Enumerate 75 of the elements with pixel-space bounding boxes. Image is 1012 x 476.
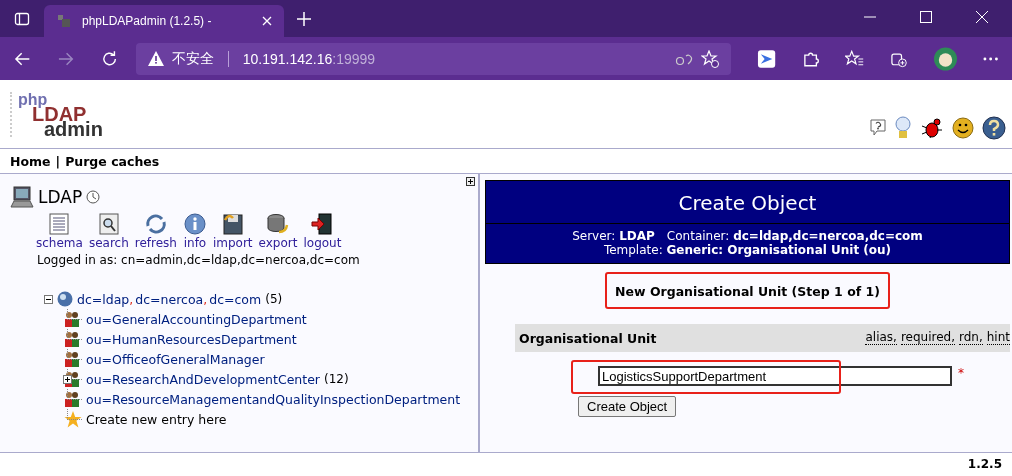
database-icon <box>266 212 290 236</box>
tab-title: phpLDAPadmin (1.2.5) - <box>82 14 213 28</box>
exit-door-icon <box>310 212 335 236</box>
lightbulb-icon[interactable] <box>894 116 912 140</box>
page-title: Create Object <box>486 181 1009 224</box>
page-favicon-icon <box>56 13 72 29</box>
help-icon[interactable] <box>982 116 1006 140</box>
input-field[interactable]: LogisticsSupportDepartment <box>598 366 952 386</box>
new-tab-icon[interactable] <box>296 11 312 27</box>
version-text: 1.2.5 <box>967 457 1002 471</box>
logged-in-text: Logged in as: cn=admin,dc=ldap,dc=nercoa,dc=com <box>36 253 361 267</box>
globe-icon <box>57 291 73 307</box>
attribute-hint[interactable]: alias, <box>865 331 897 345</box>
server-action[interactable]: export <box>258 212 298 250</box>
clock-icon <box>86 190 101 204</box>
tab-actions-icon[interactable] <box>14 11 30 27</box>
extension-icon[interactable] <box>756 48 777 69</box>
tree-entry-link[interactable]: ou=HumanResourcesDepartment <box>84 331 297 347</box>
address-field[interactable]: 不安全 10.191.142.16:19999 <box>135 42 731 75</box>
people-icon <box>64 311 80 327</box>
create-object-button[interactable]: Create Object <box>578 396 677 417</box>
document-icon <box>47 212 72 236</box>
server-action[interactable]: logout <box>303 212 342 250</box>
purge-caches-link[interactable]: Purge caches <box>65 153 160 169</box>
reload-icon[interactable] <box>100 49 118 68</box>
tree-entry-link[interactable]: ou=ResourceManagementandQualityInspectionDepartment <box>84 391 461 407</box>
tree-entry-link[interactable]: Create new entry here <box>86 411 227 427</box>
favorites-icon[interactable] <box>845 49 865 68</box>
attribute-hint[interactable]: rdn, <box>959 331 983 345</box>
people-icon <box>64 371 80 387</box>
speech-bubble-icon[interactable] <box>870 119 886 137</box>
people-icon <box>64 331 80 347</box>
attribute-hint[interactable]: required, <box>900 331 955 345</box>
template-text: Template: Generic: Organisational Unit (ou) <box>603 243 892 257</box>
smiley-icon[interactable] <box>952 117 974 139</box>
server-action[interactable]: import <box>212 212 253 250</box>
avatar-icon[interactable] <box>933 46 957 71</box>
computer-icon <box>10 186 34 208</box>
required-mark: * <box>958 366 964 380</box>
logo[interactable]: php LDAP admin <box>10 91 103 137</box>
home-link[interactable]: Home <box>10 153 51 169</box>
maximize-icon[interactable] <box>920 11 932 23</box>
tree-entry-link[interactable]: ou=OfficeofGeneralManager <box>84 351 265 367</box>
people-icon <box>64 391 80 407</box>
step-heading: New Organisational Unit (Step 1 of 1) <box>605 272 890 309</box>
browser-tab[interactable]: phpLDAPadmin (1.2.5) - <box>44 5 284 37</box>
server-action[interactable]: refresh <box>134 212 177 250</box>
entry-count: (12) <box>324 372 349 386</box>
info-text: Server: LDAP <box>572 229 655 243</box>
server-action[interactable]: search <box>88 212 129 250</box>
tree-root-link[interactable]: dc=ldap, dc=nercoa, dc=com <box>77 291 262 307</box>
people-icon <box>64 351 80 367</box>
expand-icon[interactable] <box>466 177 475 186</box>
tree-entry-link[interactable]: ou=ResearchAndDevelopmentCenter <box>84 371 320 387</box>
refresh-icon <box>143 212 168 236</box>
search-icon <box>96 212 121 236</box>
warning-icon <box>147 51 164 66</box>
close-icon[interactable] <box>262 16 272 26</box>
info-icon <box>182 212 207 236</box>
attribute-name: Organisational Unit <box>519 330 657 346</box>
server-name[interactable]: LDAP <box>38 187 83 207</box>
server-action[interactable]: info <box>182 212 207 250</box>
tree-entry-link[interactable]: ou=GeneralAccountingDepartment <box>84 311 307 327</box>
expand-icon[interactable] <box>63 375 72 384</box>
star-icon <box>64 410 82 428</box>
close-icon[interactable] <box>976 11 988 23</box>
more-icon[interactable] <box>982 56 999 61</box>
bug-icon[interactable] <box>920 116 944 140</box>
server-action[interactable]: schema <box>36 212 83 250</box>
entry-count: (5) <box>265 292 283 306</box>
nav-separator: | <box>55 153 61 169</box>
favorite-add-icon[interactable] <box>700 49 719 68</box>
info-text: Container: dc=ldap,dc=nercoa,dc=com <box>666 229 923 243</box>
attribute-hint[interactable]: hint <box>986 331 1010 345</box>
collapse-icon[interactable] <box>44 294 53 304</box>
